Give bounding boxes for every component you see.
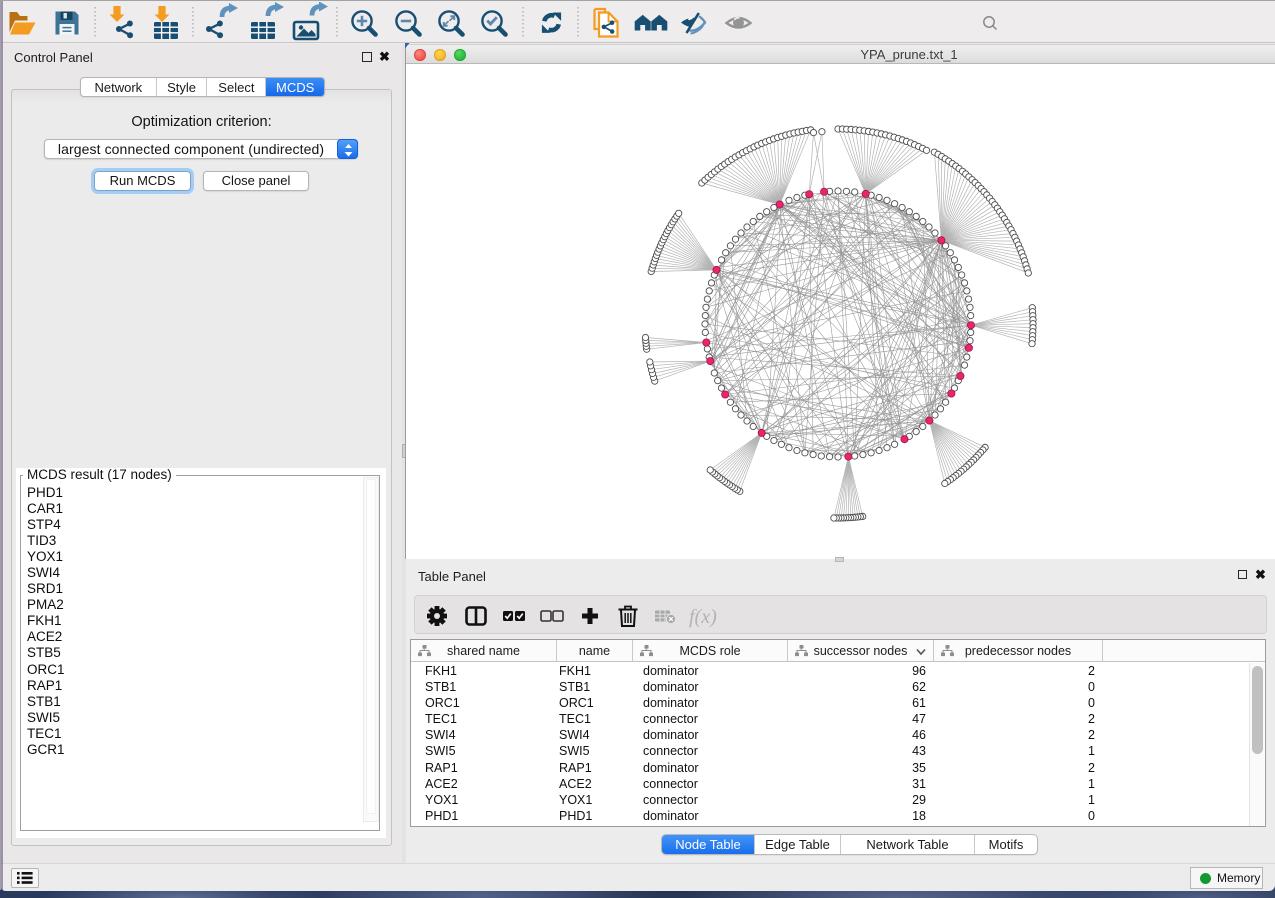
svg-text:f(x): f(x) xyxy=(689,606,717,628)
